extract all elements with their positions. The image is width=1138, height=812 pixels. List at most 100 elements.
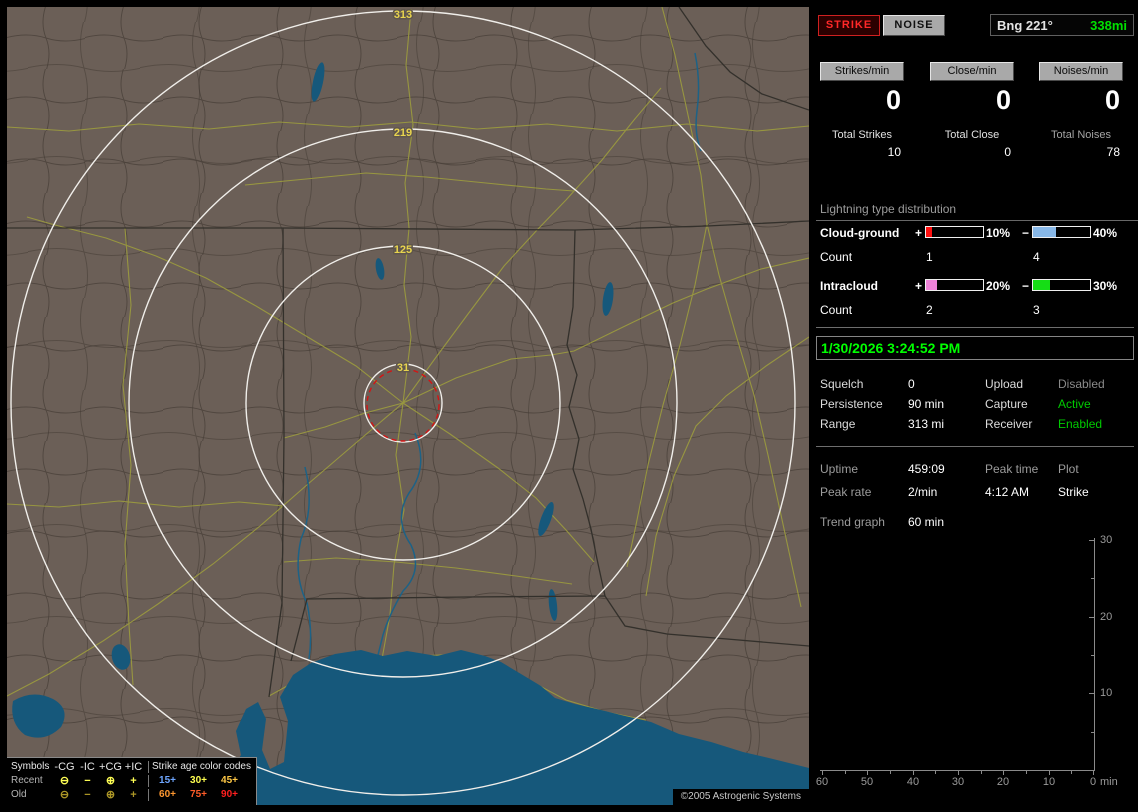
y-axis-tick [1089,540,1094,541]
uptime-label: Uptime [820,462,859,476]
noise-indicator-lamp[interactable]: NOISE [883,15,945,36]
legend-old-row: Old ⊖ − ⊕ + 60+ 75+ 90+ [11,788,251,802]
x-axis-label: 40 [906,776,920,788]
intracloud-row: Intracloud + 20% − 30% [812,279,1138,293]
x-axis-tick [958,771,959,775]
settings-row: Range 313 mi Receiver Enabled [812,417,1138,433]
plus-sign: + [915,226,923,240]
bearing-label: Bng 221° [997,17,1053,33]
settings-row: Squelch 0 Upload Disabled [812,377,1138,393]
x-axis-tick [935,771,936,774]
legend-col-pos-ic: +IC [124,761,143,773]
cloud-ground-minus-pct: 40% [1093,226,1118,240]
pos-cg-icon: ⊕ [105,775,116,787]
y-axis-tick [1091,732,1094,733]
squelch-label: Squelch [820,377,864,391]
status-row: Peak rate 2/min 4:12 AM Strike [812,485,1138,501]
noises-per-min-button[interactable]: Noises/min [1039,62,1123,81]
x-axis-label: 50 [860,776,874,788]
bearing-readout: Bng 221° 338mi [990,14,1134,36]
legend-symbols-title: Symbols [11,761,50,772]
legend-divider [148,775,149,787]
x-axis-tick [1071,771,1072,774]
upload-label: Upload [985,377,1024,391]
intracloud-count-row: Count 2 3 [812,303,1138,317]
legend-recent-row: Recent ⊖ − ⊕ + 15+ 30+ 45+ [11,774,251,788]
bearing-distance: 338mi [1090,17,1127,33]
persistence-label: Persistence [820,397,883,411]
intracloud-plus-bar [925,279,984,291]
x-axis-label: 30 [951,776,965,788]
range-ring-label-31: 31 [397,362,409,374]
datetime-readout: 1/30/2026 3:24:52 PM [816,336,1134,360]
neg-ic-icon: − [84,775,91,787]
cloud-ground-plus-count: 1 [926,250,933,264]
pos-ic-icon: + [130,775,137,787]
map-display[interactable]: 313 219 125 31 Symbols -CG -IC +CG +IC S… [7,7,809,805]
pos-cg-icon: ⊕ [105,789,116,801]
y-axis-label: 20 [1100,611,1113,623]
peak-time-label: Peak time [985,462,1039,476]
squelch-value: 0 [908,377,915,391]
age-code-15: 15+ [159,775,176,786]
cloud-ground-minus-count: 4 [1033,250,1040,264]
intracloud-label: Intracloud [820,279,879,293]
divider [816,446,1134,447]
pos-ic-icon: + [130,789,137,801]
distribution-section-title: Lightning type distribution [816,202,1138,221]
trend-plot-area [820,538,1095,771]
y-axis-tick [1089,617,1094,618]
uptime-value: 459:09 [908,462,945,476]
strikes-rate-column: Strikes/min 0 Total Strikes 10 [820,62,904,159]
x-axis-label: 20 [996,776,1010,788]
intracloud-minus-pct: 30% [1093,279,1118,293]
strikes-per-min-button[interactable]: Strikes/min [820,62,904,81]
cloud-ground-count-row: Count 1 4 [812,250,1138,264]
age-code-75: 75+ [190,789,207,800]
range-ring-label-313: 313 [394,9,412,21]
y-axis-tick [1091,578,1094,579]
legend-divider [148,789,149,801]
noises-per-min-value: 0 [1104,85,1120,115]
intracloud-minus-count: 3 [1033,303,1040,317]
peak-rate-label: Peak rate [820,485,872,499]
y-axis-label: 10 [1100,687,1113,699]
y-axis-label: 30 [1100,534,1113,546]
trend-graph-value: 60 min [908,515,945,529]
persistence-value: 90 min [908,397,945,411]
legend-col-neg-ic: -IC [80,761,95,773]
x-axis-tick [1049,771,1050,775]
legend-divider [148,761,149,773]
cloud-ground-row: Cloud-ground + 10% − 40% [812,226,1138,240]
count-label: Count [820,250,853,264]
y-axis-tick [1089,693,1094,694]
plus-sign: + [915,279,923,293]
map-canvas: 313 219 125 31 [7,7,809,805]
x-axis-unit: min [1100,776,1118,788]
total-close-label: Total Close [944,129,1000,141]
cloud-ground-label: Cloud-ground [820,226,900,240]
divider [816,327,1134,328]
age-code-45: 45+ [221,775,238,786]
x-axis-tick [1093,771,1094,775]
total-strikes-label: Total Strikes [832,129,892,141]
legend-recent-label: Recent [11,775,43,786]
close-per-min-button[interactable]: Close/min [930,62,1014,81]
status-row: Uptime 459:09 Peak time Plot [812,462,1138,478]
plot-value: Strike [1058,485,1089,499]
status-sidebar: STRIKE NOISE Bng 221° 338mi Strikes/min … [812,0,1138,812]
upload-value: Disabled [1058,377,1105,391]
close-per-min-value: 0 [995,85,1011,115]
plot-label: Plot [1058,462,1079,476]
legend-header-row: Symbols -CG -IC +CG +IC Strike age color… [11,760,251,774]
x-axis-tick [890,771,891,774]
capture-label: Capture [985,397,1028,411]
age-code-60: 60+ [159,789,176,800]
strike-indicator-lamp[interactable]: STRIKE [818,15,880,36]
receiver-label: Receiver [985,417,1033,431]
cloud-ground-minus-bar [1032,226,1091,238]
x-axis-tick [981,771,982,774]
legend-age-title: Strike age color codes [152,761,251,772]
total-noises-value: 78 [1106,145,1120,159]
x-axis-tick [1026,771,1027,774]
